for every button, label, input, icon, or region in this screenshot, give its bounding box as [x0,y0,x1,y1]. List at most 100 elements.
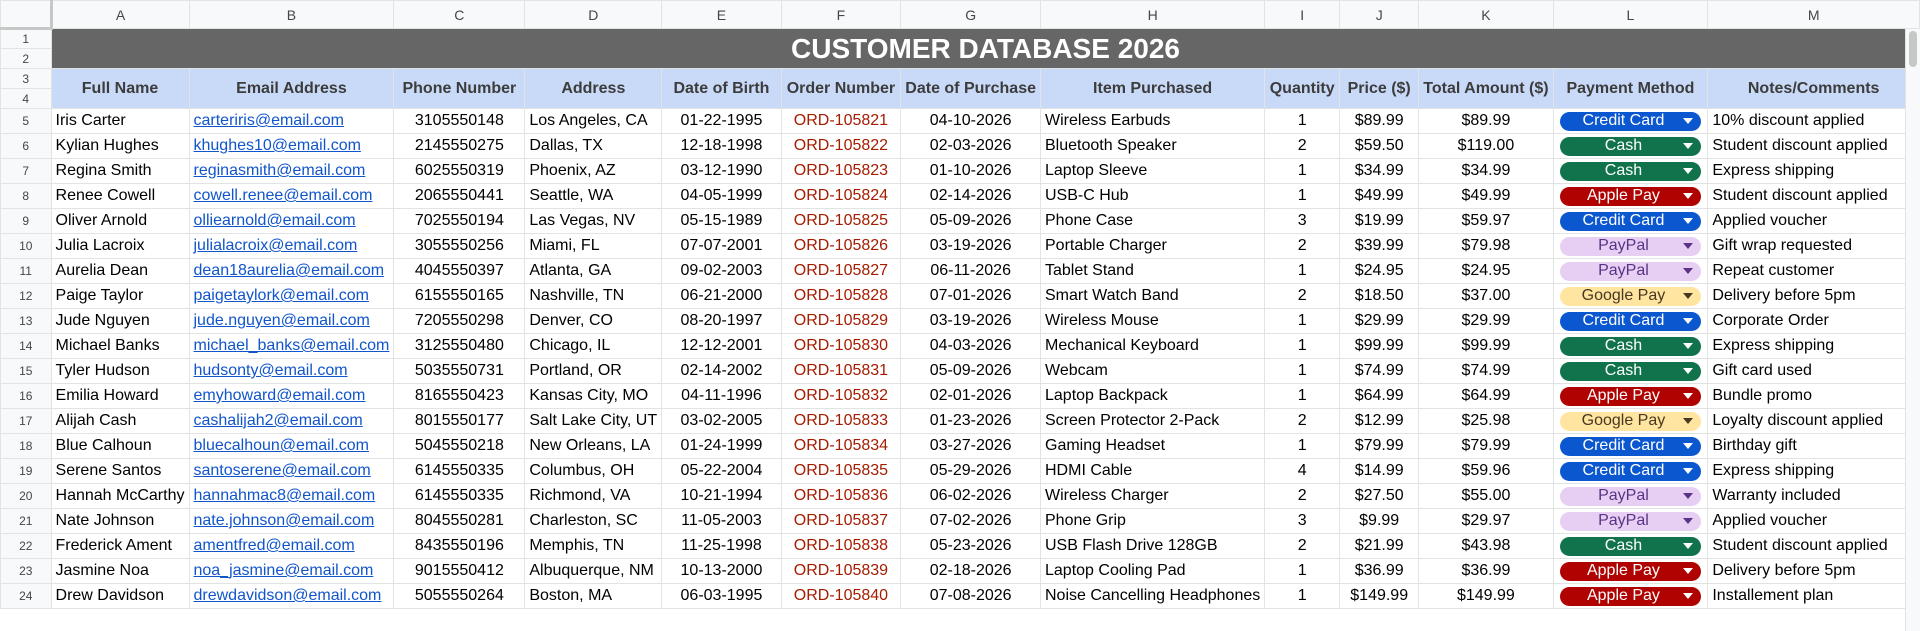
order-number-cell[interactable]: ORD-105830 [780,333,902,359]
full-name-cell[interactable]: Tyler Hudson [50,358,190,384]
item-cell[interactable]: Phone Case [1039,208,1266,234]
quantity-cell[interactable]: 1 [1264,383,1341,409]
dropdown-caret-icon[interactable] [1683,193,1694,199]
price-cell[interactable]: $74.99 [1339,358,1420,384]
phone-cell[interactable]: 2065550441 [393,183,526,209]
quantity-cell[interactable]: 1 [1264,333,1341,359]
payment-method-cell[interactable]: PayPal [1552,483,1709,509]
column-title-item-purchased[interactable]: Item Purchased [1039,68,1266,109]
purchase-date-cell[interactable]: 04-03-2026 [900,333,1041,359]
price-cell[interactable]: $9.99 [1339,508,1420,534]
purchase-date-cell[interactable]: 02-03-2026 [900,133,1041,159]
order-number-cell[interactable]: ORD-105828 [780,283,902,309]
dob-cell[interactable]: 01-24-1999 [661,433,782,459]
scrollbar-thumb[interactable] [1909,31,1917,67]
email-cell[interactable]: cashalijah2@email.com [188,408,395,434]
dob-cell[interactable]: 05-22-2004 [661,458,782,484]
email-cell[interactable]: dean18aurelia@email.com [188,258,395,284]
purchase-date-cell[interactable]: 03-27-2026 [900,433,1041,459]
purchase-date-cell[interactable]: 03-19-2026 [900,308,1041,334]
address-cell[interactable]: Memphis, TN [524,533,663,559]
notes-cell[interactable]: Corporate Order [1707,308,1920,334]
quantity-cell[interactable]: 3 [1264,208,1341,234]
payment-method-cell[interactable]: Credit Card [1552,433,1709,459]
item-cell[interactable]: Noise Cancelling Headphones [1039,583,1266,609]
order-number-cell[interactable]: ORD-105839 [780,558,902,584]
notes-cell[interactable]: Loyalty discount applied [1707,408,1920,434]
phone-cell[interactable]: 8165550423 [393,383,526,409]
notes-cell[interactable]: Repeat customer [1707,258,1920,284]
row-header[interactable]: 20 [0,483,52,509]
total-cell[interactable]: $149.99 [1418,583,1554,609]
notes-cell[interactable]: Applied voucher [1707,208,1920,234]
column-header-j[interactable]: J [1339,0,1420,29]
email-cell[interactable]: michael_banks@email.com [188,333,395,359]
dropdown-caret-icon[interactable] [1683,168,1694,174]
email-cell[interactable]: drewdavidson@email.com [188,583,395,609]
purchase-date-cell[interactable]: 03-19-2026 [900,233,1041,259]
dob-cell[interactable]: 04-11-1996 [661,383,782,409]
dob-cell[interactable]: 10-21-1994 [661,483,782,509]
purchase-date-cell[interactable]: 07-02-2026 [900,508,1041,534]
price-cell[interactable]: $79.99 [1339,433,1420,459]
total-cell[interactable]: $25.98 [1418,408,1554,434]
payment-method-cell[interactable]: Cash [1552,533,1709,559]
item-cell[interactable]: Phone Grip [1039,508,1266,534]
price-cell[interactable]: $99.99 [1339,333,1420,359]
notes-cell[interactable]: Bundle promo [1707,383,1920,409]
phone-cell[interactable]: 3125550480 [393,333,526,359]
payment-chip[interactable]: PayPal [1559,261,1702,281]
phone-cell[interactable]: 6155550165 [393,283,526,309]
payment-method-cell[interactable]: Credit Card [1552,308,1709,334]
notes-cell[interactable]: Gift card used [1707,358,1920,384]
total-cell[interactable]: $59.96 [1418,458,1554,484]
full-name-cell[interactable]: Regina Smith [50,158,190,184]
item-cell[interactable]: Mechanical Keyboard [1039,333,1266,359]
full-name-cell[interactable]: Michael Banks [50,333,190,359]
column-title-phone-number[interactable]: Phone Number [393,68,526,109]
address-cell[interactable]: Miami, FL [524,233,663,259]
full-name-cell[interactable]: Iris Carter [50,108,190,134]
quantity-cell[interactable]: 1 [1264,158,1341,184]
total-cell[interactable]: $55.00 [1418,483,1554,509]
dob-cell[interactable]: 06-03-1995 [661,583,782,609]
total-cell[interactable]: $74.99 [1418,358,1554,384]
column-header-i[interactable]: I [1264,0,1341,29]
price-cell[interactable]: $59.50 [1339,133,1420,159]
payment-method-cell[interactable]: Cash [1552,133,1709,159]
email-cell[interactable]: jude.nguyen@email.com [188,308,395,334]
order-number-cell[interactable]: ORD-105829 [780,308,902,334]
dropdown-caret-icon[interactable] [1683,268,1694,274]
total-cell[interactable]: $49.99 [1418,183,1554,209]
sheet-title[interactable]: CUSTOMER DATABASE 2026 [51,28,1920,69]
address-cell[interactable]: Richmond, VA [524,483,663,509]
dropdown-caret-icon[interactable] [1683,368,1694,374]
dob-cell[interactable]: 04-05-1999 [661,183,782,209]
full-name-cell[interactable]: Blue Calhoun [50,433,190,459]
email-cell[interactable]: noa_jasmine@email.com [188,558,395,584]
full-name-cell[interactable]: Drew Davidson [50,583,190,609]
payment-chip[interactable]: Apple Pay [1559,561,1702,581]
dob-cell[interactable]: 12-12-2001 [661,333,782,359]
quantity-cell[interactable]: 2 [1264,483,1341,509]
dropdown-caret-icon[interactable] [1683,118,1694,124]
order-number-cell[interactable]: ORD-105827 [780,258,902,284]
address-cell[interactable]: Dallas, TX [524,133,663,159]
column-title-price[interactable]: Price ($) [1339,68,1420,109]
column-header-k[interactable]: K [1418,0,1554,29]
row-header[interactable]: 5 [0,108,52,134]
full-name-cell[interactable]: Hannah McCarthy [50,483,190,509]
order-number-cell[interactable]: ORD-105833 [780,408,902,434]
notes-cell[interactable]: Warranty included [1707,483,1920,509]
row-header[interactable]: 1 [0,28,52,49]
row-header[interactable]: 6 [0,133,52,159]
payment-chip[interactable]: PayPal [1559,236,1702,256]
phone-cell[interactable]: 3055550256 [393,233,526,259]
total-cell[interactable]: $43.98 [1418,533,1554,559]
payment-method-cell[interactable]: Apple Pay [1552,183,1709,209]
purchase-date-cell[interactable]: 05-23-2026 [900,533,1041,559]
purchase-date-cell[interactable]: 04-10-2026 [900,108,1041,134]
row-header[interactable]: 15 [0,358,52,384]
dob-cell[interactable]: 09-02-2003 [661,258,782,284]
email-cell[interactable]: cowell.renee@email.com [188,183,395,209]
